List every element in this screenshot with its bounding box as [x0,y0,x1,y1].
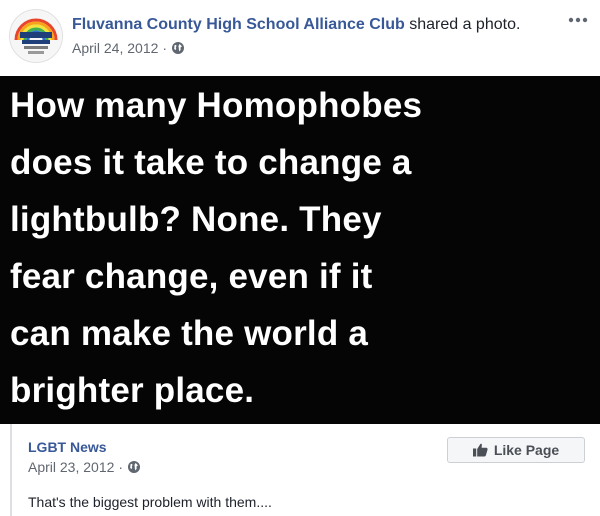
post-author-line: Fluvanna County High School Alliance Clu… [72,15,520,35]
page-logo-icon [10,10,62,62]
photo-text-line: fear change, even if it [10,257,373,296]
globe-icon[interactable] [171,41,185,55]
shared-source-link[interactable]: LGBT News [28,439,107,455]
feed-post: Fluvanna County High School Alliance Clu… [0,0,600,516]
like-page-label: Like Page [493,442,560,458]
post-photo[interactable]: How many Homophobes does it take to chan… [0,76,600,424]
author-link[interactable]: Fluvanna County High School Alliance Clu… [72,16,405,33]
page-avatar[interactable] [9,9,63,63]
photo-text-line: brighter place. [10,371,255,410]
meta-separator: · [162,40,168,56]
photo-text-line: How many Homophobes [10,86,423,125]
shared-attribution: LGBT News April 23, 2012 · Like Page Tha… [10,424,600,516]
post-timestamp[interactable]: April 24, 2012 [72,39,158,57]
shared-timestamp[interactable]: April 23, 2012 [28,458,114,476]
post-action-text: shared a photo. [409,16,521,33]
shared-meta: April 23, 2012 · [28,458,141,476]
globe-icon[interactable] [127,460,141,474]
shared-caption: That's the biggest problem with them.... [28,494,272,510]
thumbs-up-icon [472,443,488,457]
post-header: Fluvanna County High School Alliance Clu… [0,0,600,78]
photo-text-line: does it take to change a [10,143,412,182]
photo-text-line: lightbulb? None. They [10,200,382,239]
more-options-button[interactable] [563,10,593,30]
post-meta: April 24, 2012 · [72,39,185,57]
more-options-icon [568,17,588,23]
meta-separator: · [118,459,124,475]
photo-text-line: can make the world a [10,314,369,353]
like-page-button[interactable]: Like Page [447,437,585,463]
